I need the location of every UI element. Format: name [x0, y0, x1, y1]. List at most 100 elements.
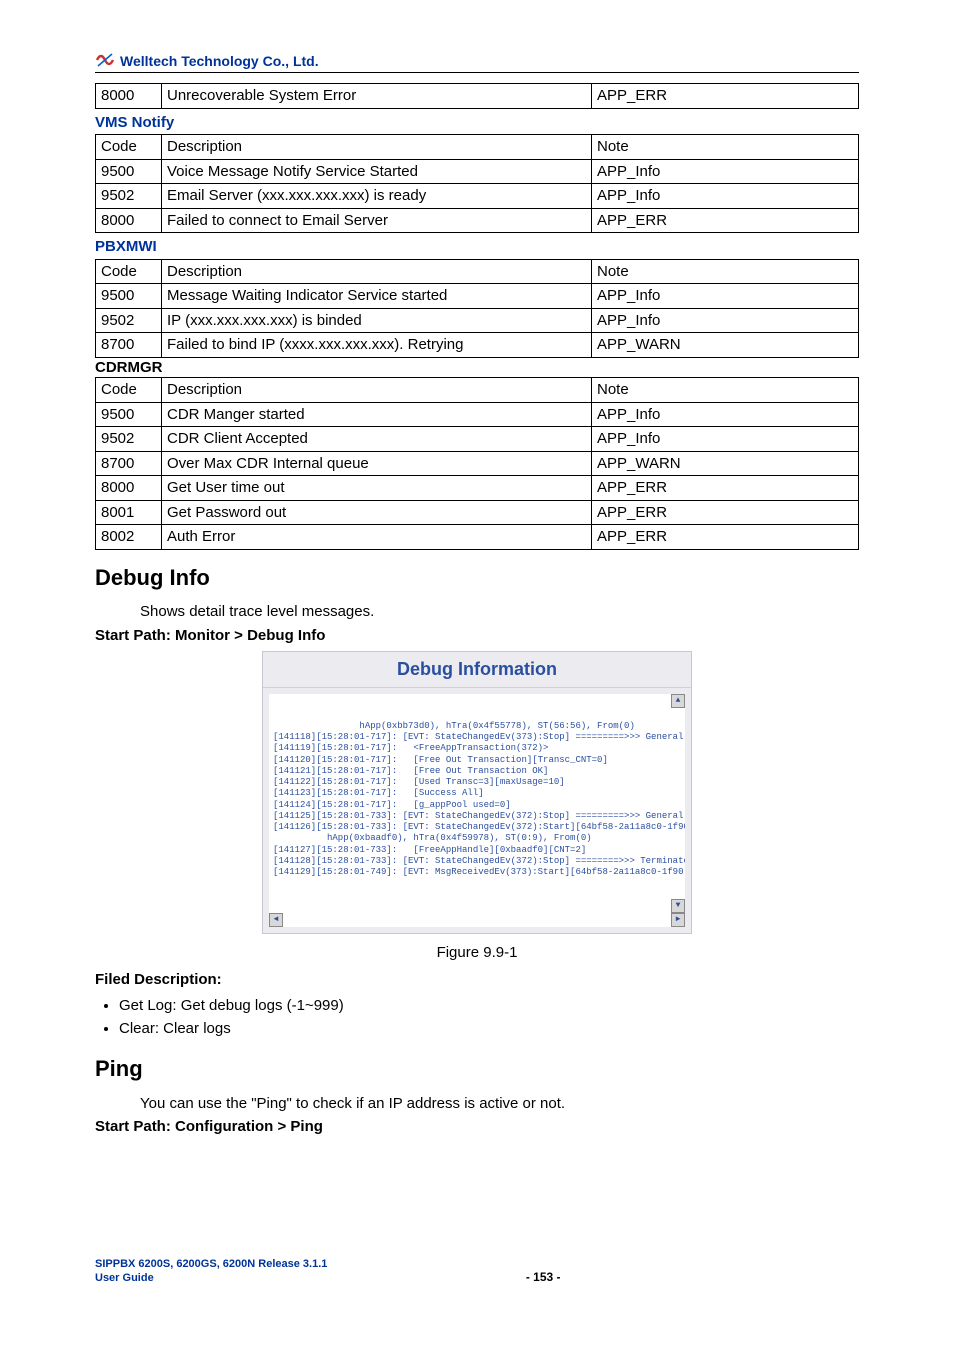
head-desc: Description: [162, 378, 592, 403]
cell-note: APP_Info: [592, 402, 859, 427]
cell-desc: Get Password out: [162, 500, 592, 525]
cell-note: APP_Info: [592, 184, 859, 209]
cell-code: 8700: [96, 333, 162, 358]
cell-desc: Message Waiting Indicator Service starte…: [162, 284, 592, 309]
list-item: Get Log: Get debug logs (-1~999): [119, 994, 859, 1018]
table-row: 8000 Unrecoverable System Error APP_ERR: [96, 84, 859, 109]
cell-note: APP_ERR: [592, 476, 859, 501]
debug-log-text: hApp(0xbb73d0), hTra(0x4f55778), ST(56:5…: [273, 721, 685, 877]
head-note: Note: [592, 378, 859, 403]
debug-screenshot: Debug Information ▲ hApp(0xbb73d0), hTra…: [95, 651, 859, 939]
table-row: 8000 Get User time out APP_ERR: [96, 476, 859, 501]
cell-code: 8700: [96, 451, 162, 476]
cell-desc: Over Max CDR Internal queue: [162, 451, 592, 476]
footer-product: SIPPBX 6200S, 6200GS, 6200N Release 3.1.…: [95, 1258, 327, 1270]
cell-note: APP_WARN: [592, 333, 859, 358]
table-row: 8001 Get Password out APP_ERR: [96, 500, 859, 525]
cell-desc: IP (xxx.xxx.xxx.xxx) is binded: [162, 308, 592, 333]
company-name: Welltech Technology Co., Ltd.: [120, 52, 319, 70]
debug-log-area: ▲ hApp(0xbb73d0), hTra(0x4f55778), ST(56…: [269, 694, 685, 927]
cell-desc: CDR Client Accepted: [162, 427, 592, 452]
table-row: Code Description Note: [96, 135, 859, 160]
cell-code: 8000: [96, 84, 162, 109]
list-item: Clear: Clear logs: [119, 1017, 859, 1041]
head-code: Code: [96, 259, 162, 284]
section-vms-notify-title: VMS Notify: [95, 113, 859, 133]
table-row: 9502 IP (xxx.xxx.xxx.xxx) is binded APP_…: [96, 308, 859, 333]
figure-caption: Figure 9.9-1: [95, 943, 859, 963]
table-row: Code Description Note: [96, 378, 859, 403]
footer-page-number: - 153 -: [526, 1270, 561, 1286]
page-footer: SIPPBX 6200S, 6200GS, 6200N Release 3.1.…: [95, 1257, 859, 1286]
cell-code: 9502: [96, 427, 162, 452]
heading-ping: Ping: [95, 1055, 859, 1084]
table-row: 8700 Failed to bind IP (xxxx.xxx.xxx.xxx…: [96, 333, 859, 358]
cell-note: APP_Info: [592, 159, 859, 184]
table-row: 9502 Email Server (xxx.xxx.xxx.xxx) is r…: [96, 184, 859, 209]
cell-desc: Voice Message Notify Service Started: [162, 159, 592, 184]
logo-icon: [95, 50, 115, 70]
cell-note: APP_ERR: [592, 500, 859, 525]
head-note: Note: [592, 259, 859, 284]
table-cdrmgr: Code Description Note 9500 CDR Manger st…: [95, 377, 859, 550]
filed-description-title: Filed Description:: [95, 970, 859, 990]
scroll-right-icon[interactable]: ►: [671, 913, 685, 927]
heading-debug-info: Debug Info: [95, 564, 859, 593]
head-code: Code: [96, 378, 162, 403]
head-code: Code: [96, 135, 162, 160]
scroll-down-icon[interactable]: ▼: [671, 899, 685, 913]
cell-code: 9502: [96, 184, 162, 209]
head-note: Note: [592, 135, 859, 160]
table-row: Code Description Note: [96, 259, 859, 284]
table-row: 8700 Over Max CDR Internal queue APP_WAR…: [96, 451, 859, 476]
cell-code: 9500: [96, 402, 162, 427]
table-row: 9500 Message Waiting Indicator Service s…: [96, 284, 859, 309]
debug-start-path: Start Path: Monitor > Debug Info: [95, 626, 859, 646]
debug-info-para: Shows detail trace level messages.: [140, 602, 859, 622]
table-row: 9500 Voice Message Notify Service Starte…: [96, 159, 859, 184]
cell-desc: Failed to bind IP (xxxx.xxx.xxx.xxx). Re…: [162, 333, 592, 358]
cell-desc: Get User time out: [162, 476, 592, 501]
footer-left: SIPPBX 6200S, 6200GS, 6200N Release 3.1.…: [95, 1257, 327, 1286]
cell-desc: Failed to connect to Email Server: [162, 208, 592, 233]
cell-code: 9500: [96, 284, 162, 309]
cell-note: APP_WARN: [592, 451, 859, 476]
scroll-up-icon[interactable]: ▲: [671, 694, 685, 708]
cell-code: 8001: [96, 500, 162, 525]
scroll-left-icon[interactable]: ◄: [269, 913, 283, 927]
cell-note: APP_ERR: [592, 208, 859, 233]
table-row: 9502 CDR Client Accepted APP_Info: [96, 427, 859, 452]
cell-code: 8000: [96, 208, 162, 233]
cell-desc: CDR Manger started: [162, 402, 592, 427]
footer-guide: User Guide: [95, 1272, 154, 1284]
table-row: 9500 CDR Manger started APP_Info: [96, 402, 859, 427]
cell-note: APP_Info: [592, 427, 859, 452]
debug-box-title: Debug Information: [263, 652, 691, 688]
section-cdrmgr-title: CDRMGR: [95, 358, 859, 378]
table-single: 8000 Unrecoverable System Error APP_ERR: [95, 83, 859, 109]
cell-note: APP_Info: [592, 284, 859, 309]
page-header: Welltech Technology Co., Ltd.: [95, 50, 859, 73]
cell-desc: Email Server (xxx.xxx.xxx.xxx) is ready: [162, 184, 592, 209]
head-desc: Description: [162, 259, 592, 284]
ping-para: You can use the "Ping" to check if an IP…: [140, 1094, 859, 1114]
section-pbxmwi-title: PBXMWI: [95, 237, 859, 257]
cell-code: 8000: [96, 476, 162, 501]
debug-box: Debug Information ▲ hApp(0xbb73d0), hTra…: [262, 651, 692, 934]
cell-code: 9500: [96, 159, 162, 184]
cell-desc: Auth Error: [162, 525, 592, 550]
ping-start-path: Start Path: Configuration > Ping: [95, 1117, 859, 1137]
logo: [95, 50, 118, 70]
table-row: 8000 Failed to connect to Email Server A…: [96, 208, 859, 233]
cell-desc: Unrecoverable System Error: [162, 84, 592, 109]
cell-note: APP_ERR: [592, 84, 859, 109]
cell-note: APP_Info: [592, 308, 859, 333]
cell-note: APP_ERR: [592, 525, 859, 550]
head-desc: Description: [162, 135, 592, 160]
table-vms-notify: Code Description Note 9500 Voice Message…: [95, 134, 859, 233]
table-row: 8002 Auth Error APP_ERR: [96, 525, 859, 550]
table-pbxmwi: Code Description Note 9500 Message Waiti…: [95, 259, 859, 358]
filed-description-list: Get Log: Get debug logs (-1~999) Clear: …: [119, 994, 859, 1041]
cell-code: 8002: [96, 525, 162, 550]
cell-code: 9502: [96, 308, 162, 333]
